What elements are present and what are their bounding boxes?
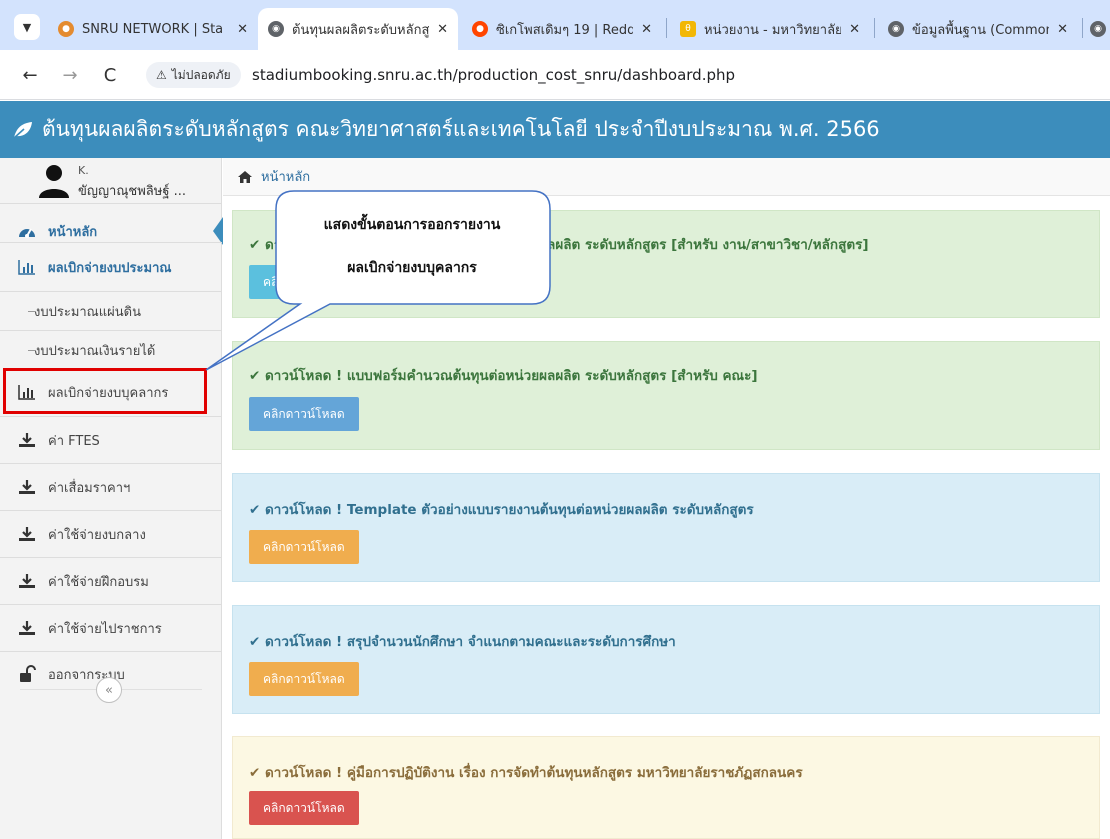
sidebar-item-budget[interactable]: ผลเบิกจ่ายงบประมาณ: [0, 243, 222, 291]
snru-favicon-icon: ●: [58, 21, 74, 37]
download-icon: [18, 478, 36, 496]
breadcrumb: หน้าหลัก: [223, 158, 1110, 196]
tab-snru-network[interactable]: ● SNRU NETWORK | Sta ✕: [48, 8, 258, 50]
highlight-annotation: [3, 368, 207, 414]
tab-label: ซิเกโพสเดิมๆ 19 | Reddit: [496, 22, 634, 38]
double-chevron-left-icon: «: [105, 682, 113, 698]
site-info-chip[interactable]: ⚠ ไม่ปลอดภัย: [146, 62, 241, 88]
address-toolbar: ← → C ⚠ ไม่ปลอดภัย stadiumbooking.snru.a…: [0, 50, 1110, 100]
tab-label: ต้นทุนผลผลิตระดับหลักสู: [292, 22, 430, 38]
tab-label: SNRU NETWORK | Sta: [82, 21, 224, 37]
alert-message: ✔ ดาวน์โหลด ! แบบฟอร์มคำนวณต้นทุนต่อหน่ว…: [249, 237, 869, 253]
user-initial: K.: [78, 164, 89, 177]
browser-tab-strip: ▼ ● SNRU NETWORK | Sta ✕ ◉ ต้นทุนผลผลิตร…: [0, 0, 1110, 50]
back-button[interactable]: ←: [18, 63, 42, 87]
home-icon: [237, 170, 253, 184]
sidebar-item-label: ค่าใช้จ่ายงบกลาง: [48, 527, 146, 543]
sidebar-subitem-revenue-budget[interactable]: งบประมาณเงินรายได้: [0, 331, 222, 369]
bar-chart-icon: [18, 258, 36, 276]
active-indicator: [213, 217, 223, 245]
alert-message: ✔ ดาวน์โหลด ! Template ตัวอย่างแบบรายงาน…: [249, 502, 754, 518]
sidebar-item-label: ผลเบิกจ่ายงบประมาณ: [48, 260, 172, 276]
download-alert-3: ✔ ดาวน์โหลด ! Template ตัวอย่างแบบรายงาน…: [232, 473, 1100, 582]
callout-line-1: แสดงขั้นตอนการออกรายงาน: [323, 217, 501, 233]
tab-search-button[interactable]: ▼: [14, 14, 40, 40]
tab-university-units[interactable]: θ หน่วยงาน - มหาวิทยาลัย ✕: [670, 8, 870, 50]
callout-line-2: ผลเบิกจ่ายงบบุคลากร: [347, 260, 477, 276]
tab-production-cost[interactable]: ◉ ต้นทุนผลผลิตระดับหลักสู ✕: [258, 8, 458, 50]
tab-reddit[interactable]: ● ซิเกโพสเดิมๆ 19 | Reddit ✕: [462, 8, 662, 50]
sidebar-item-label: ค่าใช้จ่ายไปราชการ: [48, 621, 162, 637]
arrow-right-icon: →: [62, 64, 78, 86]
reload-button[interactable]: C: [98, 63, 122, 87]
unlock-icon: [18, 665, 36, 683]
tree-line: [28, 311, 36, 312]
close-icon[interactable]: ✕: [237, 22, 248, 37]
alert-message: ✔ ดาวน์โหลด ! แบบฟอร์มคำนวณต้นทุนต่อหน่ว…: [249, 368, 758, 384]
user-panel: K. ขัญญาณุชพลิษฐ์ ...: [0, 158, 222, 204]
reload-icon: C: [103, 64, 117, 86]
site-title: ต้นทุนผลผลิตระดับหลักสูตร คณะวิทยาศาสตร์…: [42, 117, 880, 141]
tab-label: หน่วยงาน - มหาวิทยาลัย: [704, 22, 842, 38]
alert-message: ✔ ดาวน์โหลด ! สรุปจำนวนนักศึกษา จำแนกตาม…: [249, 634, 676, 650]
tab-separator: [874, 18, 875, 38]
breadcrumb-home-link[interactable]: หน้าหลัก: [261, 166, 310, 187]
close-icon[interactable]: ✕: [437, 22, 448, 37]
user-icon: [38, 164, 70, 202]
globe-icon: ◉: [1090, 21, 1106, 37]
globe-icon: ◉: [888, 21, 904, 37]
tab-overflow[interactable]: ◉: [1086, 8, 1110, 50]
close-icon[interactable]: ✕: [641, 22, 652, 37]
download-button-2[interactable]: คลิกดาวน์โหลด: [249, 397, 359, 431]
globe-icon: ◉: [268, 21, 284, 37]
tab-label: ข้อมูลพื้นฐาน (Common: [912, 22, 1050, 38]
sidebar: K. ขัญญาณุชพลิษฐ์ ... หน้าหลัก ผลเบิกจ่า…: [0, 158, 223, 839]
download-alert-5: ✔ ดาวน์โหลด ! คู่มือการปฏิบัติงาน เรื่อง…: [232, 736, 1100, 839]
sidebar-item-depreciation[interactable]: ค่าเสื่อมราคาฯ: [0, 464, 222, 510]
sidebar-item-label: ค่าเสื่อมราคาฯ: [48, 480, 131, 496]
forward-button[interactable]: →: [58, 63, 82, 87]
site-header: ต้นทุนผลผลิตระดับหลักสูตร คณะวิทยาศาสตร์…: [0, 101, 1110, 158]
tab-separator: [666, 18, 667, 38]
sidebar-item-official-travel[interactable]: ค่าใช้จ่ายไปราชการ: [0, 605, 222, 651]
download-icon: [18, 572, 36, 590]
tree-line: [28, 350, 36, 351]
leaf-icon: [12, 120, 34, 140]
sidebar-item-label: ค่าใช้จ่ายฝึกอบรม: [48, 574, 149, 590]
download-icon: [18, 525, 36, 543]
tab-separator: [1082, 18, 1083, 38]
omnibox[interactable]: ⚠ ไม่ปลอดภัย stadiumbooking.snru.ac.th/p…: [140, 59, 1100, 91]
close-icon[interactable]: ✕: [849, 22, 860, 37]
sidebar-item-label: ค่า FTES: [48, 433, 100, 449]
sidebar-item-label: งบประมาณแผ่นดิน: [34, 304, 141, 320]
download-button-4[interactable]: คลิกดาวน์โหลด: [249, 662, 359, 696]
dashboard-icon: [18, 222, 36, 240]
download-icon: [18, 619, 36, 637]
sidebar-item-label: หน้าหลัก: [48, 224, 98, 240]
arrow-left-icon: ←: [22, 64, 38, 86]
sidebar-collapse-button[interactable]: «: [96, 677, 122, 703]
download-button-5[interactable]: คลิกดาวน์โหลด: [249, 791, 359, 825]
sidebar-item-central-expenses[interactable]: ค่าใช้จ่ายงบกลาง: [0, 511, 222, 557]
user-name: ขัญญาณุชพลิษฐ์ ...: [78, 184, 187, 199]
reddit-icon: ●: [472, 21, 488, 37]
sidebar-item-ftes[interactable]: ค่า FTES: [0, 417, 222, 463]
sidebar-item-label: งบประมาณเงินรายได้: [34, 343, 156, 359]
sidebar-item-training-expenses[interactable]: ค่าใช้จ่ายฝึกอบรม: [0, 558, 222, 604]
download-button-3[interactable]: คลิกดาวน์โหลด: [249, 530, 359, 564]
chevron-down-icon: ▼: [22, 20, 32, 34]
download-icon: [18, 431, 36, 449]
sidebar-subitem-national-budget[interactable]: งบประมาณแผ่นดิน: [0, 292, 222, 330]
warning-icon: ⚠: [156, 68, 167, 82]
alert-message: ✔ ดาวน์โหลด ! คู่มือการปฏิบัติงาน เรื่อง…: [249, 765, 803, 781]
university-favicon-icon: θ: [680, 21, 696, 37]
download-alert-4: ✔ ดาวน์โหลด ! สรุปจำนวนนักศึกษา จำแนกตาม…: [232, 605, 1100, 714]
tab-common-data[interactable]: ◉ ข้อมูลพื้นฐาน (Common ✕: [878, 8, 1078, 50]
close-icon[interactable]: ✕: [1057, 22, 1068, 37]
url-text[interactable]: stadiumbooking.snru.ac.th/production_cos…: [252, 66, 735, 84]
download-alert-2: ✔ ดาวน์โหลด ! แบบฟอร์มคำนวณต้นทุนต่อหน่ว…: [232, 341, 1100, 450]
insecure-label: ไม่ปลอดภัย: [171, 67, 231, 82]
